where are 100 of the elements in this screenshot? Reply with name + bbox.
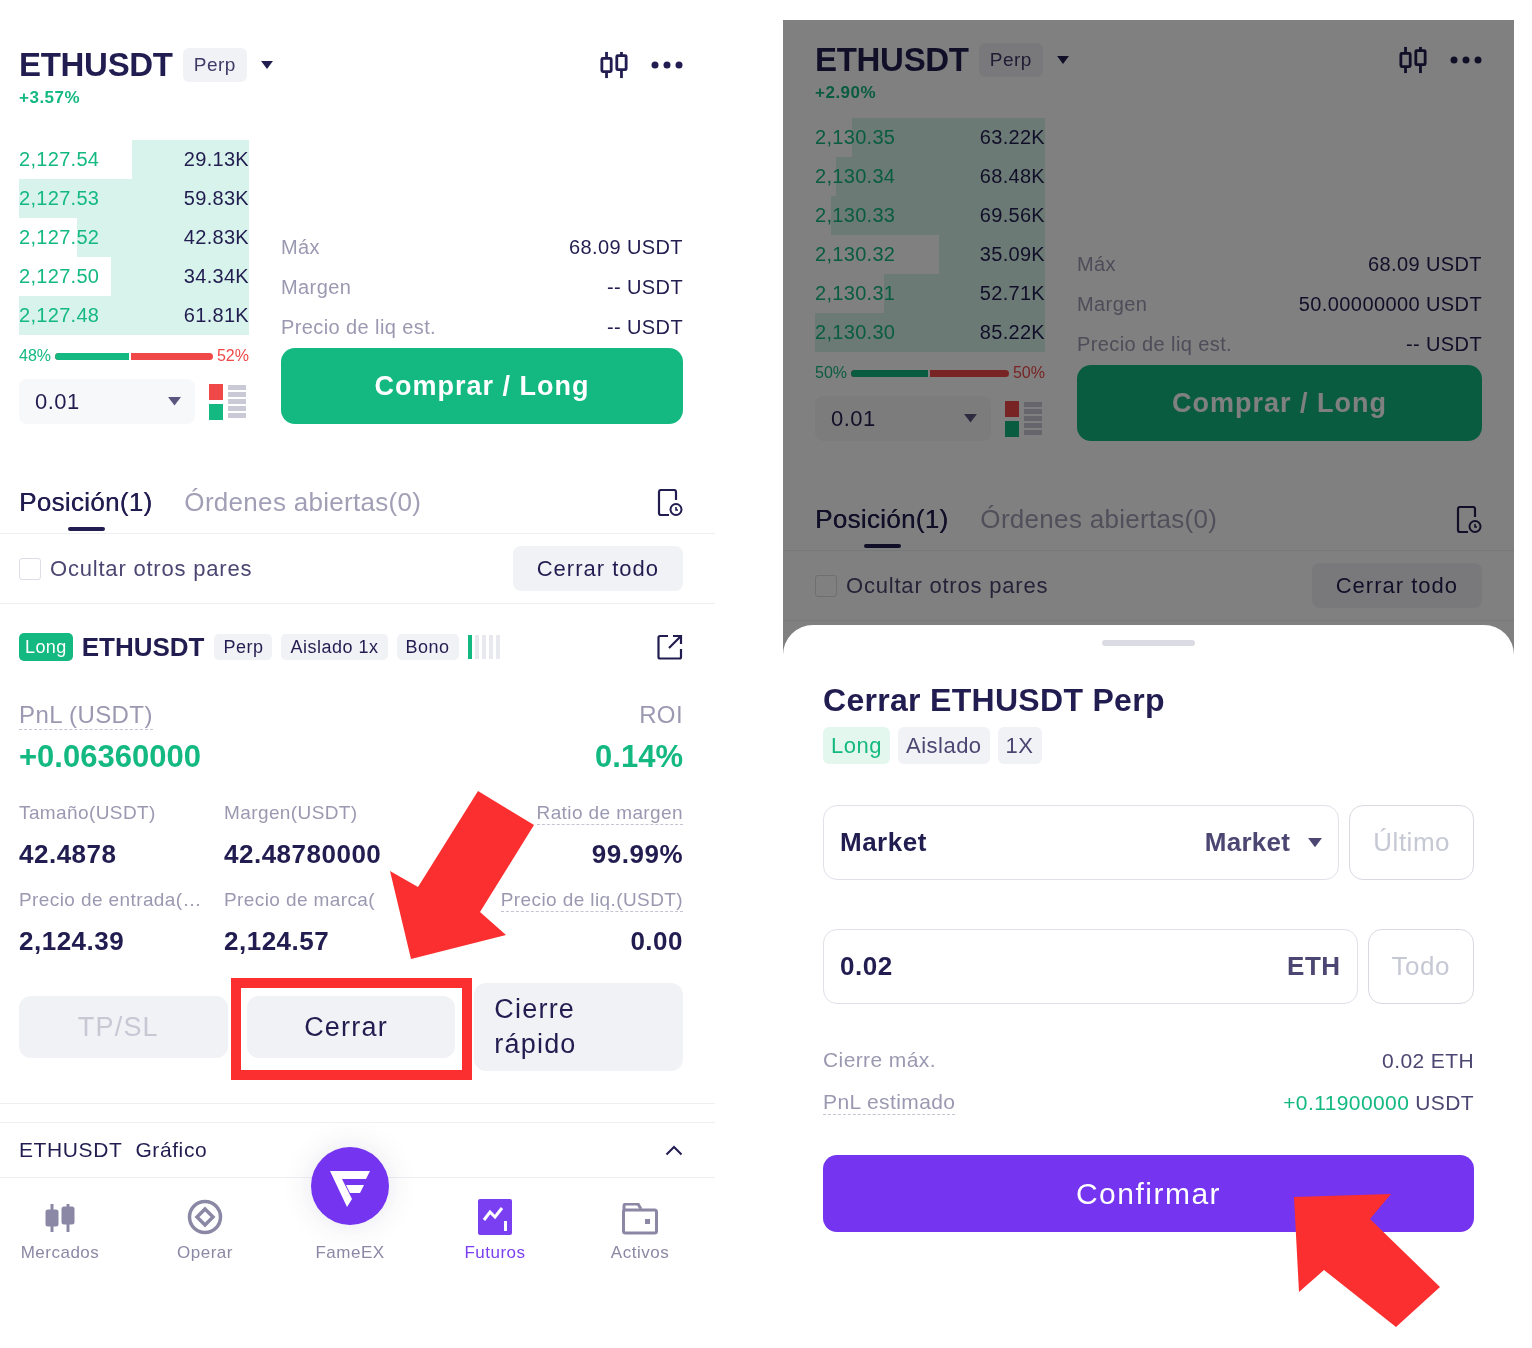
position-symbol: ETHUSDT [81, 631, 205, 663]
bid-price[interactable]: 2,127.54 [19, 148, 100, 171]
detail-value: 0.02 ETH [1382, 1048, 1474, 1074]
position-tag: 1X [997, 727, 1042, 764]
buy-long-button[interactable]: Comprar / Long [281, 348, 683, 424]
caret-icon[interactable] [260, 61, 273, 69]
metric-value: 2,124.39 [19, 925, 125, 957]
wallet-icon [622, 1203, 658, 1235]
position-tag: Aislado 1x [281, 634, 388, 660]
amount-unit: ETH [1287, 951, 1341, 982]
order-amount: 42.83K [183, 226, 249, 249]
stat-label: Margen [281, 275, 352, 299]
position-tab[interactable]: Órdenes abiertas(0) [184, 479, 422, 533]
checkbox-label: Ocultar otros pares [50, 555, 253, 582]
checkbox-label: Ocultar otros pares [846, 572, 1049, 599]
close-all-button[interactable]: Cerrar todo [1311, 563, 1482, 608]
bid-price[interactable]: 2,130.35 [815, 126, 896, 149]
pnl-value: 0.14% [595, 740, 683, 774]
hint-label[interactable]: PnL estimado [823, 1089, 956, 1115]
order-type-value: Market [840, 827, 927, 858]
order-book-layout-icon[interactable] [1005, 400, 1042, 437]
candlestick-icon [45, 1201, 75, 1235]
nav-tab[interactable]: Operar [145, 1178, 265, 1278]
nav-tab[interactable]: Activos [580, 1178, 700, 1278]
stat-value: 50.00000000 USDT [1298, 292, 1482, 316]
bid-price[interactable]: 2,127.48 [19, 304, 100, 327]
order-type-dropdown[interactable]: Market [1204, 827, 1323, 858]
bid-price[interactable]: 2,130.32 [815, 243, 896, 266]
position-tab[interactable]: Posición(1) [19, 479, 153, 533]
stat-value: 68.09 USDT [568, 235, 683, 259]
order-amount: 59.83K [183, 187, 249, 210]
stat-value: 68.09 USDT [1367, 252, 1482, 276]
bid-price[interactable]: 2,130.30 [815, 321, 896, 344]
metric-value: 99.99% [591, 838, 683, 870]
position-tag: Bono [396, 634, 459, 660]
detail-value: +0.11900000 [1283, 1090, 1410, 1116]
buy-ratio: 48% [19, 347, 52, 365]
hint-label[interactable]: Precio de liq.(USDT) [500, 888, 683, 912]
candlestick-icon[interactable] [599, 51, 629, 79]
pair-symbol: ETHUSDT [19, 46, 173, 84]
order-amount: 35.09K [979, 243, 1045, 266]
metric-value: 0.00 [630, 925, 683, 957]
caret-icon [1308, 837, 1323, 848]
brand-logo-icon [311, 1147, 389, 1225]
order-amount: 52.71K [979, 282, 1045, 305]
metric-value: 42.4878 [19, 838, 117, 870]
bid-price[interactable]: 2,127.53 [19, 187, 100, 210]
sell-ratio: 50% [1012, 364, 1045, 382]
chevron-up-icon[interactable] [665, 1144, 683, 1156]
position-tag: Perp [214, 634, 273, 660]
nav-tab[interactable]: FameEX [290, 1147, 410, 1278]
order-amount: 63.22K [979, 126, 1045, 149]
stat-value: -- USDT [606, 275, 683, 299]
bid-price[interactable]: 2,130.34 [815, 165, 896, 188]
position-tab[interactable]: Posición(1) [815, 496, 949, 550]
hint-label[interactable]: PnL (USDT) [19, 701, 153, 730]
order-amount: 34.34K [183, 265, 249, 288]
stat-value: -- USDT [1405, 332, 1482, 356]
diamond-in-circle-icon [187, 1199, 223, 1235]
buy-ratio: 50% [815, 364, 848, 382]
nav-tab[interactable]: Futuros [435, 1178, 555, 1278]
more-icon[interactable] [651, 61, 683, 69]
hide-pairs-checkbox[interactable] [19, 557, 41, 580]
side-badge: Long [19, 633, 73, 661]
stat-label: Precio de liq est. [281, 315, 437, 339]
bid-price[interactable]: 2,130.31 [815, 282, 896, 305]
bid-price[interactable]: 2,130.33 [815, 204, 896, 227]
confirm-button[interactable]: Confirmar [823, 1155, 1474, 1232]
bid-price[interactable]: 2,127.52 [19, 226, 100, 249]
order-type-field[interactable]: Market Market [823, 805, 1340, 880]
position-action-button[interactable]: Cerrar [246, 996, 456, 1058]
contract-type-chip: Perp [978, 43, 1043, 77]
order-book-layout-icon[interactable] [209, 383, 246, 420]
sell-ratio: 52% [216, 347, 249, 365]
metric-label: Margen(USDT) [224, 801, 358, 825]
chart-tile-icon [478, 1199, 512, 1235]
bid-price[interactable]: 2,127.50 [19, 265, 100, 288]
nav-tab[interactable]: Mercados [0, 1178, 120, 1278]
precision-dropdown[interactable]: 0.01 [815, 396, 991, 441]
metric-label: Precio de entrada(… [19, 888, 202, 912]
metric-value: 42.48780000 [224, 838, 382, 870]
metric-label: Precio de marca( [224, 888, 376, 912]
contract-type-chip: Perp [182, 48, 247, 82]
external-link-icon[interactable] [657, 634, 683, 660]
order-amount: 69.56K [979, 204, 1045, 227]
position-action-button[interactable]: Cierre rápido [474, 983, 683, 1071]
sheet-handle[interactable] [1102, 640, 1195, 646]
metric-value: 2,124.57 [224, 925, 330, 957]
hint-label[interactable]: Ratio de margen [536, 801, 683, 825]
buy-long-button[interactable]: Comprar / Long [1077, 365, 1482, 441]
amount-value: 0.02 [840, 951, 893, 982]
precision-dropdown[interactable]: 0.01 [19, 379, 195, 424]
document-clock-icon[interactable] [657, 489, 683, 517]
chart-toggle-label[interactable]: Gráfico [135, 1138, 208, 1162]
order-amount: 61.81K [183, 304, 249, 327]
amount-field[interactable]: 0.02 ETH [823, 929, 1358, 1004]
detail-unit: USDT [1415, 1090, 1474, 1116]
order-amount: 68.48K [979, 165, 1045, 188]
caret-icon[interactable] [168, 397, 181, 406]
close-all-button[interactable]: Cerrar todo [512, 546, 683, 591]
